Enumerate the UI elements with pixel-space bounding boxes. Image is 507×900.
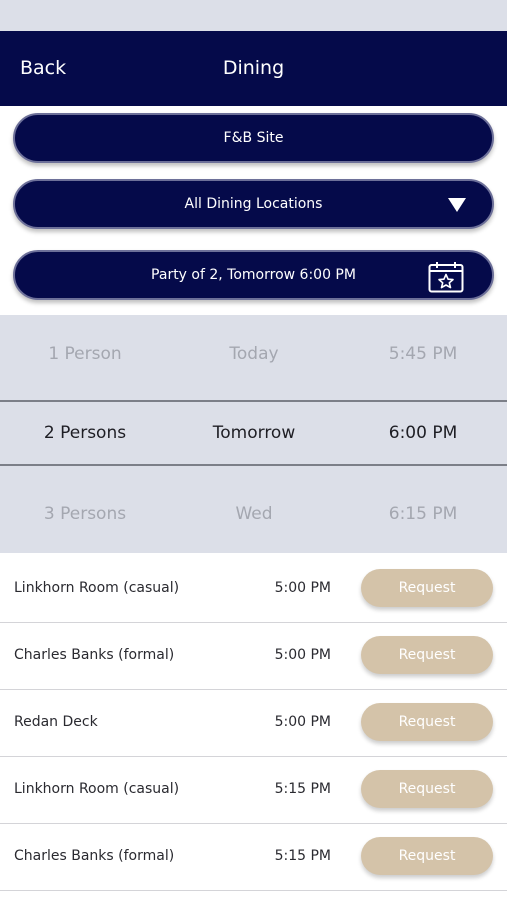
picker-day[interactable]: Today — [169, 344, 339, 364]
party-picker-wheel[interactable]: 1 Person Today 5:45 PM 2 Persons Tomorro… — [0, 315, 507, 553]
party-datetime-button[interactable]: Party of 2, Tomorrow 6:00 PM — [13, 250, 494, 300]
picker-time[interactable]: 6:00 PM — [338, 423, 507, 443]
picker-time[interactable]: 6:15 PM — [338, 504, 507, 524]
slot-time: 5:00 PM — [274, 580, 331, 596]
venue-name: Charles Banks (formal) — [14, 848, 175, 864]
nav-bar: Back Dining — [0, 31, 507, 106]
picker-row-selected[interactable]: 2 Persons Tomorrow 6:00 PM — [0, 400, 507, 466]
picker-day[interactable]: Wed — [169, 504, 339, 524]
status-strip — [0, 0, 507, 31]
venue-name: Charles Banks (formal) — [14, 647, 175, 663]
table-row: Charles Banks (formal) 5:00 PM Request — [0, 623, 507, 690]
dining-location-dropdown[interactable]: All Dining Locations — [13, 179, 494, 229]
table-row: Redan Deck 5:00 PM Request — [0, 690, 507, 757]
slot-time: 5:15 PM — [274, 848, 331, 864]
request-button[interactable]: Request — [361, 569, 493, 607]
page-title: Dining — [222, 57, 285, 79]
request-button[interactable]: Request — [361, 770, 493, 808]
slot-time: 5:00 PM — [274, 647, 331, 663]
venue-name: Linkhorn Room (casual) — [14, 781, 180, 797]
table-row: Linkhorn Room (casual) 5:00 PM Request — [0, 556, 507, 623]
calendar-star-icon — [428, 262, 464, 293]
request-button[interactable]: Request — [361, 837, 493, 875]
picker-row[interactable]: 1 Person Today 5:45 PM — [0, 315, 507, 393]
table-row: Charles Banks (formal) 5:15 PM Request — [0, 824, 507, 891]
picker-persons[interactable]: 3 Persons — [0, 504, 170, 524]
picker-day[interactable]: Tomorrow — [169, 423, 339, 443]
table-row: Linkhorn Room (casual) 5:15 PM Request — [0, 757, 507, 824]
party-datetime-label: Party of 2, Tomorrow 6:00 PM — [151, 267, 356, 283]
dining-location-label: All Dining Locations — [184, 196, 323, 212]
venue-name: Linkhorn Room (casual) — [14, 580, 180, 596]
picker-persons[interactable]: 1 Person — [0, 344, 170, 364]
venue-name: Redan Deck — [14, 714, 98, 730]
slot-time: 5:15 PM — [274, 781, 331, 797]
request-button[interactable]: Request — [361, 636, 493, 674]
fb-site-label: F&B Site — [223, 130, 284, 146]
availability-list: Linkhorn Room (casual) 5:00 PM Request C… — [0, 556, 507, 891]
picker-row[interactable]: 3 Persons Wed 6:15 PM — [0, 475, 507, 553]
chevron-down-icon — [448, 198, 466, 212]
fb-site-button[interactable]: F&B Site — [13, 113, 494, 163]
picker-time[interactable]: 5:45 PM — [338, 344, 507, 364]
request-button[interactable]: Request — [361, 703, 493, 741]
picker-persons[interactable]: 2 Persons — [0, 423, 170, 443]
slot-time: 5:00 PM — [274, 714, 331, 730]
